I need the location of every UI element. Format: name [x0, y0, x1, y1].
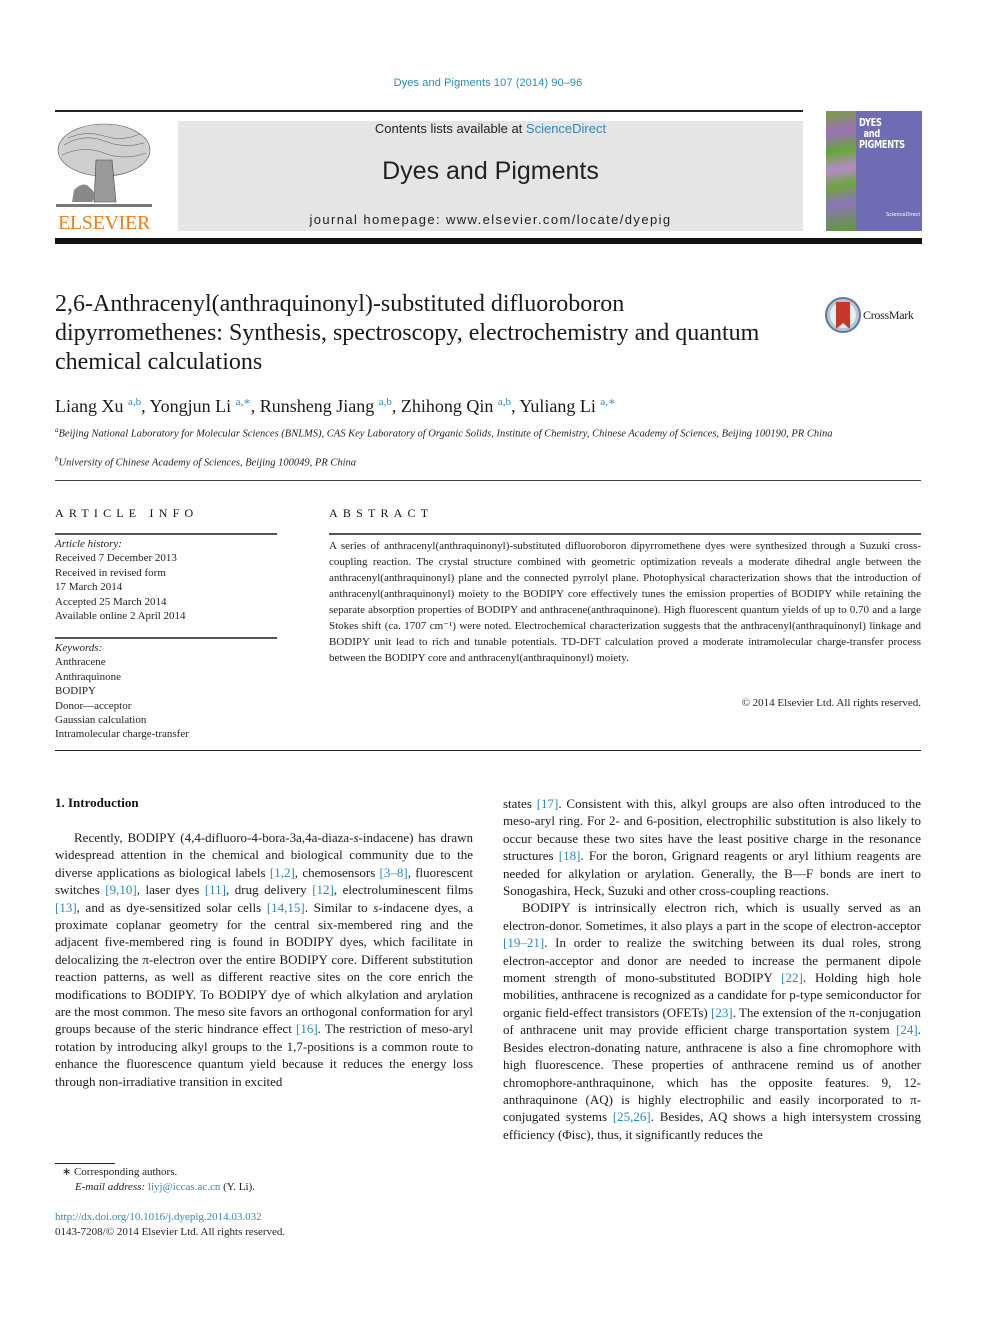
keywords-label: Keywords:	[55, 642, 103, 654]
reference-link[interactable]: [3–8]	[380, 865, 408, 880]
journal-cover-image[interactable]: DYES and PIGMENTS ScienceDirect	[826, 111, 922, 231]
author-affiliation-mark[interactable]: a,b	[498, 396, 511, 408]
journal-citation[interactable]: Dyes and Pigments 107 (2014) 90–96	[0, 77, 976, 89]
article-title: 2,6-Anthracenyl(anthraquinonyl)-substitu…	[55, 291, 760, 375]
paragraph: Recently, BODIPY (4,4-difluoro-4-bora-3a…	[55, 830, 474, 1089]
article-info-heading: ARTICLE INFO	[55, 506, 199, 520]
email-link[interactable]: liyj@iccas.ac.cn	[148, 1181, 220, 1193]
author-list: Liang Xu a,b, Yongjun Li a,∗, Runsheng J…	[55, 396, 616, 416]
abstract-copyright: © 2014 Elsevier Ltd. All rights reserved…	[741, 697, 921, 709]
italic-text: s	[373, 899, 379, 915]
contents-prefix: Contents lists available at	[374, 121, 526, 136]
author-affiliation-mark[interactable]: a,b	[128, 396, 141, 408]
keyword[interactable]: Anthracene	[55, 655, 277, 669]
section-rule	[55, 480, 921, 481]
cover-art-strip	[826, 111, 856, 231]
author-affiliation-mark[interactable]: a,b	[379, 396, 392, 408]
email-suffix: (Y. Li).	[220, 1181, 255, 1193]
footnote-rule	[55, 1163, 115, 1164]
elsevier-tree-logo-icon	[54, 120, 154, 212]
journal-title: Dyes and Pigments	[382, 157, 599, 185]
affiliation-a: aBeijing National Laboratory for Molecul…	[55, 423, 845, 442]
article-history: Article history: Received 7 December 201…	[55, 537, 277, 623]
affiliation-text: Beijing National Laboratory for Molecula…	[58, 428, 833, 440]
keyword[interactable]: BODIPY	[55, 684, 277, 698]
section-heading-introduction: 1. Introduction	[55, 795, 139, 810]
reference-link[interactable]: [25,26]	[613, 1109, 651, 1124]
corresponding-note: ∗ Corresponding authors.	[62, 1166, 178, 1178]
crossmark-icon	[825, 297, 861, 333]
reference-link[interactable]: [1,2]	[270, 865, 295, 880]
author[interactable]: Liang Xu	[55, 396, 123, 416]
cover-title: DYES and PIGMENTS	[859, 117, 905, 150]
issn-copyright: 0143-7208/© 2014 Elsevier Ltd. All right…	[55, 1226, 286, 1238]
author[interactable]: Zhihong Qin	[401, 396, 494, 416]
reference-link[interactable]: [19–21]	[503, 935, 544, 950]
body-column-right: states [17]. Consistent with this, alkyl…	[503, 795, 921, 1143]
history-item: 17 March 2014	[55, 581, 123, 594]
reference-link[interactable]: [14,15]	[267, 900, 305, 915]
reference-link[interactable]: [16]	[296, 1021, 318, 1036]
reference-link[interactable]: [12]	[312, 882, 334, 897]
email-label: E-mail address:	[75, 1181, 148, 1193]
paragraph: states [17]. Consistent with this, alkyl…	[503, 796, 921, 899]
history-item: Available online 2 April 2014	[55, 610, 186, 623]
affiliation-b: bUniversity of Chinese Academy of Scienc…	[55, 452, 845, 471]
keyword[interactable]: Intramolecular charge-transfer	[55, 727, 277, 741]
history-item: Received in revised form	[55, 566, 166, 579]
reference-link[interactable]: [23]	[711, 1005, 733, 1020]
keyword[interactable]: Anthraquinone	[55, 670, 277, 684]
abstract-bottom-rule	[55, 750, 921, 751]
history-item: Accepted 25 March 2014	[55, 595, 167, 608]
author[interactable]: Yuliang Li	[519, 396, 596, 416]
header-thick-rule	[55, 238, 922, 244]
reference-link[interactable]: [22]	[781, 970, 803, 985]
author-affiliation-mark[interactable]: a,∗	[600, 396, 615, 408]
reference-link[interactable]: [11]	[205, 882, 226, 897]
header-rule	[55, 110, 803, 112]
cover-title-line: PIGMENTS	[859, 138, 905, 151]
elsevier-logo[interactable]: ELSEVIER	[53, 212, 155, 234]
sciencedirect-link[interactable]: ScienceDirect	[526, 121, 606, 136]
italic-text: s	[353, 830, 359, 845]
abstract-text: A series of anthracenyl(anthraquinonyl)-…	[329, 540, 921, 664]
crossmark-badge[interactable]: CrossMark	[825, 296, 925, 334]
contents-line: Contents lists available at ScienceDirec…	[178, 121, 803, 137]
doi-link[interactable]: http://dx.doi.org/10.1016/j.dyepig.2014.…	[55, 1210, 475, 1225]
reference-link[interactable]: [24]	[896, 1022, 918, 1037]
crossmark-label: CrossMark	[863, 308, 914, 322]
article-info-rule	[55, 533, 277, 535]
paragraph: BODIPY is intrinsically electron rich, w…	[503, 900, 921, 1142]
author[interactable]: Yongjun Li	[149, 396, 231, 416]
affiliation-text: University of Chinese Academy of Science…	[58, 457, 357, 469]
cover-publisher-mark: ScienceDirect	[886, 212, 921, 218]
history-item: Received 7 December 2013	[55, 552, 177, 565]
reference-link[interactable]: [17]	[537, 796, 559, 811]
journal-homepage[interactable]: journal homepage: www.elsevier.com/locat…	[178, 212, 803, 227]
author[interactable]: Runsheng Jiang	[260, 396, 375, 416]
keyword[interactable]: Donor—acceptor	[55, 699, 277, 713]
abstract-heading: ABSTRACT	[329, 506, 434, 520]
reference-link[interactable]: [9,10]	[105, 882, 136, 897]
doi-link-text[interactable]: http://dx.doi.org/10.1016/j.dyepig.2014.…	[55, 1211, 262, 1223]
abstract-rule	[329, 533, 921, 535]
keywords-rule	[55, 637, 277, 639]
author-affiliation-mark[interactable]: a,∗	[236, 396, 251, 408]
keyword[interactable]: Gaussian calculation	[55, 713, 277, 727]
body-column-left: Recently, BODIPY (4,4-difluoro-4-bora-3a…	[55, 829, 473, 1090]
history-label: Article history:	[55, 538, 122, 550]
reference-link[interactable]: [13]	[55, 900, 77, 915]
keywords: Keywords: Anthracene Anthraquinone BODIP…	[55, 641, 277, 742]
email-note: E-mail address: liyj@iccas.ac.cn (Y. Li)…	[75, 1180, 495, 1195]
reference-link[interactable]: [18]	[559, 848, 581, 863]
